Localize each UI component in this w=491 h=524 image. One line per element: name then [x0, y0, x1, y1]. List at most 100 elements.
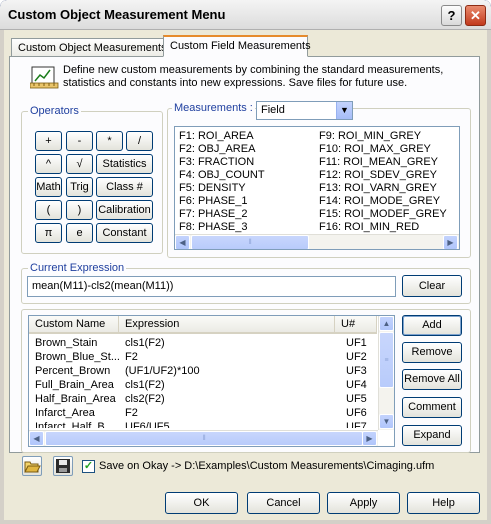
list-item[interactable]: F13: ROI_VARN_GREY [319, 182, 447, 195]
table-row[interactable]: Brown_Stain cls1(F2) UF1 [29, 336, 377, 350]
list-item[interactable]: F6: PHASE_1 [179, 195, 265, 208]
list-item[interactable]: F3: FRACTION [179, 156, 265, 169]
cell-expression: F2 [125, 351, 138, 363]
statistics-button[interactable]: Statistics [96, 154, 153, 174]
cell-uid: UF5 [346, 393, 367, 405]
clear-button[interactable]: Clear [402, 275, 462, 297]
table-hscrollbar[interactable]: ◀ ⦀ ▶ [29, 430, 378, 446]
cell-uid: UF4 [346, 379, 367, 391]
column-header-expression[interactable]: Expression [119, 316, 335, 334]
chevron-down-icon[interactable]: ▼ [336, 102, 352, 119]
table-row[interactable]: Brown_Blue_St... F2 UF2 [29, 350, 377, 364]
current-expression-label: Current Expression [28, 262, 127, 274]
cancel-button[interactable]: Cancel [247, 492, 320, 514]
measurement-type-select[interactable]: Field ▼ [256, 101, 353, 120]
trig-button[interactable]: Trig [66, 177, 93, 197]
plus-button[interactable]: + [35, 131, 62, 151]
cell-uid: UF1 [346, 337, 367, 349]
save-file-button[interactable] [53, 456, 73, 476]
custom-measurements-table[interactable]: Custom Name Expression U# Brown_Stain cl… [28, 315, 395, 447]
cell-name: Infarct_Area [35, 407, 95, 419]
table-row[interactable]: Infarct_Area F2 UF6 [29, 406, 377, 420]
scroll-thumb[interactable]: ⦀ [191, 235, 309, 249]
power-button[interactable]: ^ [35, 154, 62, 174]
remove-all-button[interactable]: Remove All [402, 369, 462, 390]
expression-input[interactable]: mean(M11)-cls2(mean(M11)) [27, 276, 396, 297]
measurements-column-2: F9: ROI_MIN_GREY F10: ROI_MAX_GREY F11: … [319, 130, 447, 234]
list-item[interactable]: F12: ROI_SDEV_GREY [319, 169, 447, 182]
cell-expression: UF6/UF5 [125, 421, 170, 428]
list-item[interactable]: F8: PHASE_3 [179, 221, 265, 234]
scroll-right-icon[interactable]: ▶ [362, 431, 377, 446]
ok-button[interactable]: OK [165, 492, 238, 514]
list-item[interactable]: F11: ROI_MEAN_GREY [319, 156, 447, 169]
list-item[interactable]: F9: ROI_MIN_GREY [319, 130, 447, 143]
scroll-thumb[interactable]: ≡ [379, 332, 394, 388]
expand-button[interactable]: Expand [402, 425, 462, 446]
list-item[interactable]: F4: OBJ_COUNT [179, 169, 265, 182]
divide-button[interactable]: / [126, 131, 153, 151]
constant-button[interactable]: Constant [96, 223, 153, 243]
minus-button[interactable]: - [66, 131, 93, 151]
measurements-hscrollbar[interactable]: ◀ ⦀ ▶ [175, 234, 459, 249]
apply-button[interactable]: Apply [327, 492, 400, 514]
open-file-button[interactable] [22, 456, 42, 476]
help-button[interactable]: Help [407, 492, 480, 514]
list-item[interactable]: F1: ROI_AREA [179, 130, 265, 143]
save-on-okay-checkbox[interactable]: ✓ [82, 460, 95, 473]
class-number-button[interactable]: Class # [96, 177, 153, 197]
list-item[interactable]: F7: PHASE_2 [179, 208, 265, 221]
tab-custom-field-measurements[interactable]: Custom Field Measurements [163, 35, 311, 57]
calibration-button[interactable]: Calibration [96, 200, 153, 220]
table-vscrollbar[interactable]: ▲ ≡ ▼ [378, 316, 394, 430]
measurement-type-value: Field [261, 104, 285, 116]
column-header-uid[interactable]: U# [335, 316, 377, 334]
scroll-thumb[interactable]: ⦀ [45, 431, 363, 446]
scroll-right-icon[interactable]: ▶ [443, 235, 458, 249]
cell-uid: UF6 [346, 407, 367, 419]
table-row[interactable]: Half_Brain_Area cls2(F2) UF5 [29, 392, 377, 406]
list-item[interactable]: F14: ROI_MODE_GREY [319, 195, 447, 208]
cell-expression: cls1(F2) [125, 337, 165, 349]
title-bar[interactable]: Custom Object Measurement Menu ? ✕ [0, 0, 491, 30]
list-item[interactable]: F10: ROI_MAX_GREY [319, 143, 447, 156]
scroll-left-icon[interactable]: ◀ [29, 431, 44, 446]
cell-uid: UF7 [346, 421, 367, 428]
open-paren-button[interactable]: ( [35, 200, 62, 220]
cell-expression: cls1(F2) [125, 379, 165, 391]
close-button[interactable]: ✕ [465, 5, 486, 26]
measurements-label: Measurements : [172, 102, 255, 114]
cell-name: Infarct_Half_B... [35, 421, 114, 428]
measurements-list[interactable]: F1: ROI_AREA F2: OBJ_AREA F3: FRACTION F… [174, 126, 460, 250]
close-paren-button[interactable]: ) [66, 200, 93, 220]
column-header-custom-name[interactable]: Custom Name [29, 316, 119, 334]
cell-name: Percent_Brown [35, 365, 111, 377]
cell-name: Brown_Blue_St... [35, 351, 119, 363]
sqrt-button[interactable]: √ [66, 154, 93, 174]
list-item[interactable]: F2: OBJ_AREA [179, 143, 265, 156]
table-row[interactable]: Infarct_Half_B... UF6/UF5 UF7 [29, 420, 377, 428]
pi-button[interactable]: π [35, 223, 62, 243]
cell-expression: (UF1/UF2)*100 [125, 365, 200, 377]
scroll-down-icon[interactable]: ▼ [379, 414, 394, 429]
scroll-up-icon[interactable]: ▲ [379, 316, 394, 331]
e-button[interactable]: e [66, 223, 93, 243]
add-button[interactable]: Add [402, 315, 462, 336]
table-row[interactable]: Full_Brain_Area cls1(F2) UF4 [29, 378, 377, 392]
cell-name: Half_Brain_Area [35, 393, 116, 405]
remove-button[interactable]: Remove [402, 342, 462, 363]
list-item[interactable]: F5: DENSITY [179, 182, 265, 195]
comment-button[interactable]: Comment [402, 397, 462, 418]
help-title-button[interactable]: ? [441, 5, 462, 26]
math-button[interactable]: Math [35, 177, 62, 197]
table-row[interactable]: Percent_Brown (UF1/UF2)*100 UF3 [29, 364, 377, 378]
window-frame-right [487, 30, 491, 524]
multiply-button[interactable]: * [96, 131, 123, 151]
list-item[interactable]: F15: ROI_MODEF_GREY [319, 208, 447, 221]
list-item[interactable]: F16: ROI_MIN_RED [319, 221, 447, 234]
window-title: Custom Object Measurement Menu [8, 7, 226, 22]
measurements-column-1: F1: ROI_AREA F2: OBJ_AREA F3: FRACTION F… [179, 130, 265, 234]
scroll-left-icon[interactable]: ◀ [175, 235, 190, 249]
cell-name: Full_Brain_Area [35, 379, 114, 391]
tab-custom-object-measurements[interactable]: Custom Object Measurements [11, 38, 167, 58]
